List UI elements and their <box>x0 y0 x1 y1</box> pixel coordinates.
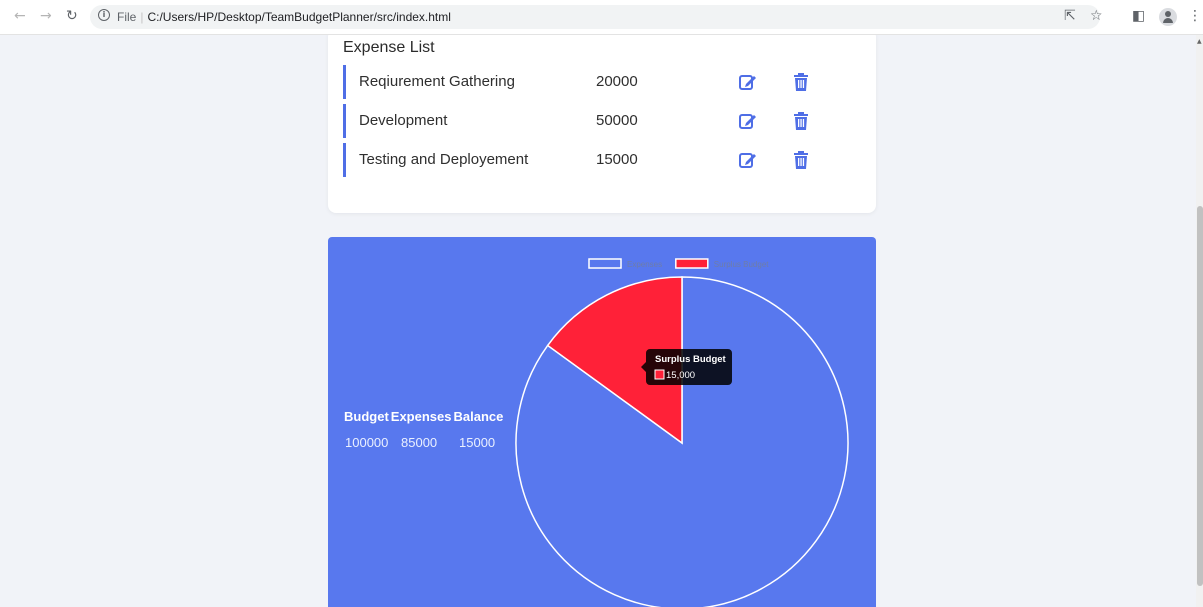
menu-kebab-icon[interactable]: ⋮ <box>1188 8 1202 24</box>
legend-swatch[interactable] <box>588 258 622 269</box>
forward-arrow-icon[interactable]: → <box>40 8 52 24</box>
reload-icon[interactable]: ↻ <box>66 8 78 24</box>
expense-row: Testing and Deployement 15000 <box>343 143 823 177</box>
row-accent-bar <box>343 104 346 138</box>
info-icon[interactable]: i <box>98 9 110 21</box>
legend-label[interactable]: Expenses <box>627 260 662 269</box>
back-arrow-icon[interactable]: ← <box>14 8 26 24</box>
address-url[interactable]: File | C:/Users/HP/Desktop/TeamBudgetPlann… <box>117 10 451 24</box>
browser-toolbar: ← → ↻ i File | C:/Users/HP/Desktop/TeamBud… <box>0 0 1203 35</box>
scrollbar-thumb[interactable] <box>1197 206 1203 586</box>
row-accent-bar <box>343 143 346 177</box>
tooltip-title: Surplus Budget <box>655 354 727 365</box>
expense-name: Reqiurement Gathering <box>359 73 515 90</box>
expense-name: Development <box>359 112 448 129</box>
trash-icon[interactable] <box>793 151 809 169</box>
trash-icon[interactable] <box>793 73 809 91</box>
row-accent-bar <box>343 65 346 99</box>
star-icon[interactable]: ☆ <box>1090 8 1103 24</box>
expense-list-title: Expense List <box>343 39 435 56</box>
share-icon[interactable]: ⇱ <box>1064 8 1076 24</box>
expense-amount: 20000 <box>596 73 638 90</box>
url-file-label: File <box>117 10 137 24</box>
url-path: C:/Users/HP/Desktop/TeamBudgetPlanner/sr… <box>147 10 451 24</box>
scroll-up-arrow-icon[interactable]: ▲ <box>1197 38 1202 45</box>
expense-amount: 50000 <box>596 112 638 129</box>
edit-icon[interactable] <box>739 73 757 91</box>
expense-row: Reqiurement Gathering 20000 <box>343 65 823 99</box>
profile-avatar-icon[interactable] <box>1159 8 1177 26</box>
side-panel-icon[interactable]: ◧ <box>1132 8 1145 24</box>
edit-icon[interactable] <box>739 151 757 169</box>
legend-swatch[interactable] <box>675 258 709 269</box>
page-content: Expense List Reqiurement Gathering 20000… <box>0 35 1196 607</box>
tooltip-value: 15,000 <box>666 370 695 381</box>
trash-icon[interactable] <box>793 112 809 130</box>
expense-row: Development 50000 <box>343 104 823 138</box>
chart-tooltip: Surplus Budget 15,000 <box>641 349 732 385</box>
expense-list-card: Expense List Reqiurement Gathering 20000… <box>328 35 876 213</box>
expense-amount: 15000 <box>596 151 638 168</box>
expense-name: Testing and Deployement <box>359 151 529 168</box>
pie-chart[interactable]: Expenses Surplus Budget Surplus Budget 15,0… <box>328 237 876 607</box>
edit-icon[interactable] <box>739 112 757 130</box>
tooltip-swatch <box>654 369 665 380</box>
legend-label[interactable]: Surplus Budget <box>714 260 769 269</box>
budget-chart-panel: Budget Expenses Balance 100000 85000 15000… <box>328 237 876 607</box>
